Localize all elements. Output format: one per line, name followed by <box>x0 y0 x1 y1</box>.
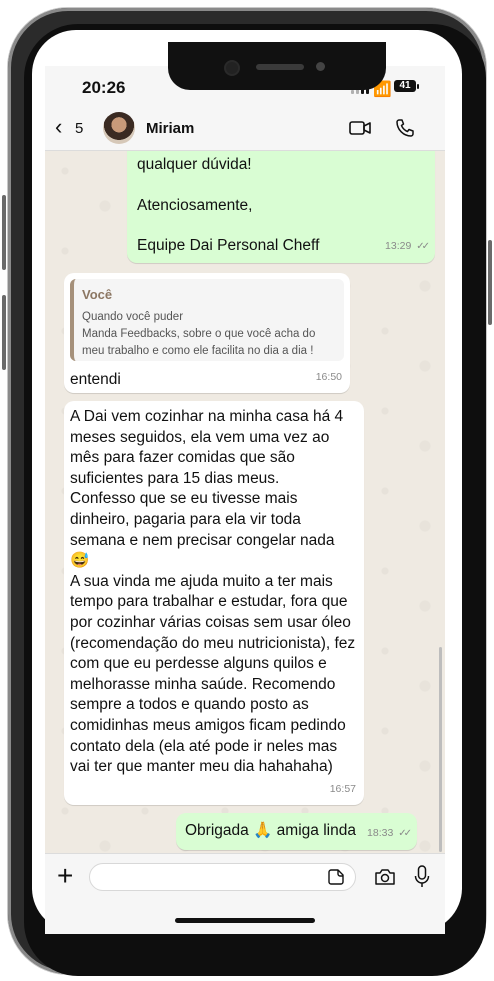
scrollbar[interactable] <box>439 647 442 852</box>
quoted-text: Quando você puder Manda Feedbacks, sobre… <box>82 310 316 357</box>
volume-down-button <box>2 295 6 370</box>
sticker-icon[interactable] <box>328 869 344 885</box>
battery-tip <box>417 84 419 89</box>
notch <box>168 42 386 90</box>
message-meta: 18:33 ✓✓ <box>367 823 412 845</box>
phone-call-icon[interactable] <box>395 118 415 138</box>
message-time: 13:29 <box>385 240 412 253</box>
contact-name[interactable]: Miriam <box>146 120 194 137</box>
chat-header: ‹ 5 Miriam <box>45 108 445 151</box>
message-line: Equipe Dai Personal Cheff <box>137 237 320 255</box>
status-time: 20:26 <box>82 78 126 97</box>
message-meta: 13:29 ✓✓ <box>385 236 430 258</box>
message-bubble-outgoing[interactable]: qualquer dúvida! Atenciosamente, Equipe … <box>127 151 435 263</box>
read-receipt-icon: ✓✓ <box>416 241 430 253</box>
contact-avatar[interactable] <box>103 112 135 144</box>
message-text: A Dai vem cozinhar na minha casa há 4 me… <box>70 408 356 776</box>
quoted-sender: Você <box>82 287 113 302</box>
earpiece-speaker <box>256 64 304 70</box>
proximity-sensor <box>316 62 325 71</box>
message-time: 16:50 <box>315 371 342 384</box>
message-composer: + <box>45 853 445 934</box>
microphone-icon[interactable] <box>414 865 430 889</box>
unread-count[interactable]: 5 <box>75 120 83 137</box>
home-indicator[interactable] <box>175 918 315 923</box>
message-text: qualquer dúvida! Atenciosamente, Equipe … <box>137 155 319 257</box>
whatsapp-chat-screen: 20:26 📶 41 ‹ 5 Miriam qualquer dúvida! A… <box>45 66 445 934</box>
camera-icon[interactable] <box>374 868 396 886</box>
volume-up-button <box>2 195 6 270</box>
back-chevron-icon[interactable]: ‹ <box>55 116 62 138</box>
message-time: 18:33 <box>367 827 394 840</box>
video-call-icon[interactable] <box>349 120 371 136</box>
battery-level: 41 <box>399 80 411 91</box>
plus-icon[interactable]: + <box>57 862 73 890</box>
read-receipt-icon: ✓✓ <box>398 828 412 840</box>
message-time: 16:57 <box>329 783 356 796</box>
message-input[interactable] <box>89 863 356 891</box>
message-bubble-incoming-reply[interactable]: Você Quando você puder Manda Feedbacks, … <box>64 273 350 393</box>
message-bubble-incoming[interactable]: A Dai vem cozinhar na minha casa há 4 me… <box>64 401 364 805</box>
front-camera <box>226 62 238 74</box>
message-list[interactable]: qualquer dúvida! Atenciosamente, Equipe … <box>45 151 445 853</box>
message-text: Obrigada 🙏 amiga linda <box>185 822 356 839</box>
quoted-message[interactable]: Você Quando você puder Manda Feedbacks, … <box>70 279 344 361</box>
message-text: entendi <box>70 371 121 388</box>
message-bubble-outgoing[interactable]: Obrigada 🙏 amiga linda 18:33 ✓✓ <box>176 813 417 850</box>
message-line: Atenciosamente, <box>137 196 253 214</box>
battery-icon: 41 <box>394 80 416 92</box>
power-button <box>488 240 492 325</box>
message-line: qualquer dúvida! <box>137 156 252 173</box>
